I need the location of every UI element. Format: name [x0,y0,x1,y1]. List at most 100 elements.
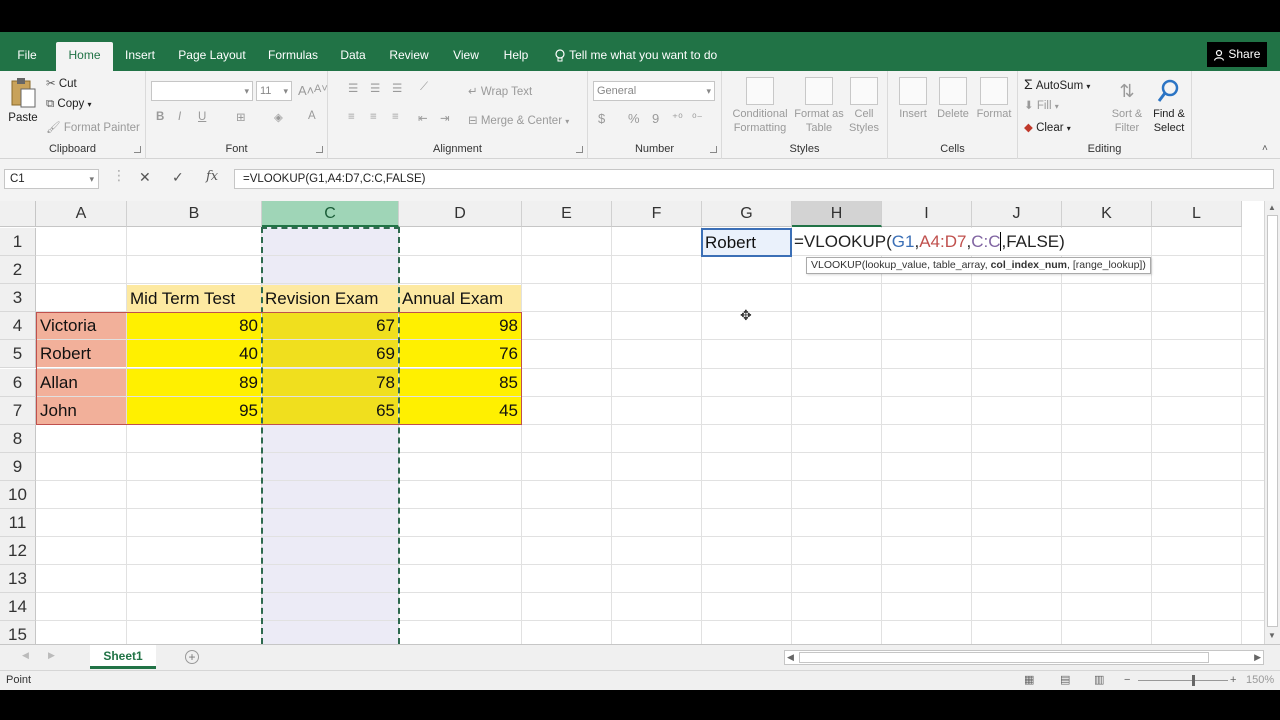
align-center-icon[interactable]: ≡ [370,111,377,123]
enter-check-icon[interactable]: ✓ [172,169,184,186]
scroll-up-icon[interactable]: ▲ [1268,203,1276,212]
merge-center-button[interactable]: ⊟ Merge & Center ▾ [468,113,569,127]
page-layout-view-icon[interactable]: ▤ [1060,671,1070,690]
header-mid-term[interactable]: Mid Term Test [127,285,261,312]
cancel-icon[interactable]: ✕ [139,169,151,186]
paste-button[interactable]: Paste [6,77,40,124]
row-header-6[interactable]: 6 [0,368,36,397]
format-as-table-button[interactable]: Format as Table [794,77,844,135]
tab-data[interactable]: Data [334,42,372,71]
font-name-select[interactable] [151,81,253,101]
column-header-b[interactable]: B [127,201,262,227]
wrap-text-button[interactable]: ↵ Wrap Text [468,84,532,98]
decrease-decimal-icon[interactable]: ⁰⁻ [692,111,703,125]
column-header-h[interactable]: H [792,201,882,227]
score-cell[interactable]: 45 [399,396,521,424]
share-button[interactable]: Share [1207,42,1267,67]
copy-button[interactable]: ⧉ Copy ▾ [46,98,92,111]
column-header-e[interactable]: E [522,201,612,227]
horizontal-scrollbar[interactable]: ◀ ▶ [784,650,1264,665]
grow-font-icon[interactable]: A˄ [298,83,314,98]
row-header-15[interactable]: 15 [0,621,36,644]
row-header-3[interactable]: 3 [0,284,36,313]
column-header-c[interactable]: C [262,201,399,227]
score-cell[interactable]: 98 [399,312,521,340]
tab-insert[interactable]: Insert [118,42,162,71]
tab-page-layout[interactable]: Page Layout [172,42,252,71]
tab-home[interactable]: Home [56,42,113,71]
score-cell[interactable]: 40 [127,340,261,368]
row-header-14[interactable]: 14 [0,593,36,622]
conditional-formatting-button[interactable]: Conditional Formatting [726,77,794,135]
increase-decimal-icon[interactable]: ⁺⁰ [672,111,683,125]
row-header-1[interactable]: 1 [0,228,36,257]
number-format-select[interactable]: General [593,81,715,101]
row-header-4[interactable]: 4 [0,312,36,341]
row-header-9[interactable]: 9 [0,452,36,481]
name-cell[interactable]: Robert [37,340,126,368]
score-cell[interactable]: 76 [399,340,521,368]
zoom-slider[interactable] [1138,680,1228,681]
fill-color-icon[interactable]: ◈ [274,110,283,124]
name-cell[interactable]: Allan [37,368,126,396]
column-header-a[interactable]: A [36,201,127,227]
find-select-button[interactable]: Find & Select [1148,77,1190,135]
clear-button[interactable]: ◆ Clear ▾ [1024,120,1071,134]
name-cell[interactable]: John [37,396,126,424]
zoom-level[interactable]: 150% [1246,671,1274,690]
column-header-l[interactable]: L [1152,201,1242,227]
row-header-5[interactable]: 5 [0,340,36,369]
scroll-right-icon[interactable]: ▶ [1254,652,1261,663]
cell-h1-editor[interactable]: =VLOOKUP(G1,A4:D7,C:C,FALSE) [792,228,1065,255]
orientation-icon[interactable]: ⟋ [420,81,428,94]
font-size-select[interactable]: 11 [256,81,292,101]
increase-indent-icon[interactable]: ⇥ [440,111,450,125]
column-header-g[interactable]: G [702,201,792,227]
clipboard-launcher-icon[interactable] [134,146,141,153]
shrink-font-icon[interactable]: A˅ [314,83,328,95]
tab-file[interactable]: File [8,42,46,71]
score-cell[interactable]: 95 [127,396,261,424]
formula-input[interactable]: =VLOOKUP(G1,A4:D7,C:C,FALSE) [234,169,1274,189]
delete-cells-button[interactable]: Delete [934,77,972,121]
cut-button[interactable]: ✂ Cut [46,76,77,90]
row-header-11[interactable]: 11 [0,509,36,538]
borders-icon[interactable]: ⊞ [236,110,246,124]
tab-view[interactable]: View [446,42,486,71]
insert-cells-button[interactable]: Insert [894,77,932,121]
zoom-in-icon[interactable]: + [1230,671,1236,690]
page-break-view-icon[interactable]: ▥ [1094,671,1104,690]
font-launcher-icon[interactable] [316,146,323,153]
normal-view-icon[interactable]: ▦ [1024,671,1034,690]
row-header-10[interactable]: 10 [0,480,36,509]
score-cell[interactable]: 89 [127,368,261,396]
bottom-align-icon[interactable]: ☰ [392,81,402,95]
name-box[interactable]: C1 [4,169,99,189]
column-header-k[interactable]: K [1062,201,1152,227]
score-cell[interactable]: 80 [127,312,261,340]
column-header-f[interactable]: F [612,201,702,227]
align-right-icon[interactable]: ≡ [392,111,399,123]
name-cell[interactable]: Victoria [37,312,126,340]
score-cell[interactable]: 85 [399,368,521,396]
scroll-left-icon[interactable]: ◀ [787,652,794,663]
decrease-indent-icon[interactable]: ⇤ [418,111,428,125]
cell-styles-button[interactable]: Cell Styles [844,77,884,135]
format-cells-button[interactable]: Format [974,77,1014,121]
sort-filter-button[interactable]: ⇅ Sort & Filter [1106,77,1148,135]
percent-button[interactable]: % [628,111,640,126]
header-annual[interactable]: Annual Exam [399,285,521,312]
tell-me-search[interactable]: Tell me what you want to do [554,42,717,71]
zoom-out-icon[interactable]: − [1124,671,1130,690]
tab-review[interactable]: Review [382,42,436,71]
tab-formulas[interactable]: Formulas [262,42,324,71]
currency-button[interactable]: $ [598,111,605,126]
tab-help[interactable]: Help [496,42,536,71]
sheet-tab-sheet1[interactable]: Sheet1 [90,645,156,669]
format-painter-button[interactable]: 🖌 Format Painter [46,120,140,134]
column-header-d[interactable]: D [399,201,522,227]
row-header-2[interactable]: 2 [0,256,36,285]
alignment-launcher-icon[interactable] [576,146,583,153]
comma-button[interactable]: 9 [652,111,659,126]
vertical-scroll-thumb[interactable] [1267,215,1278,627]
